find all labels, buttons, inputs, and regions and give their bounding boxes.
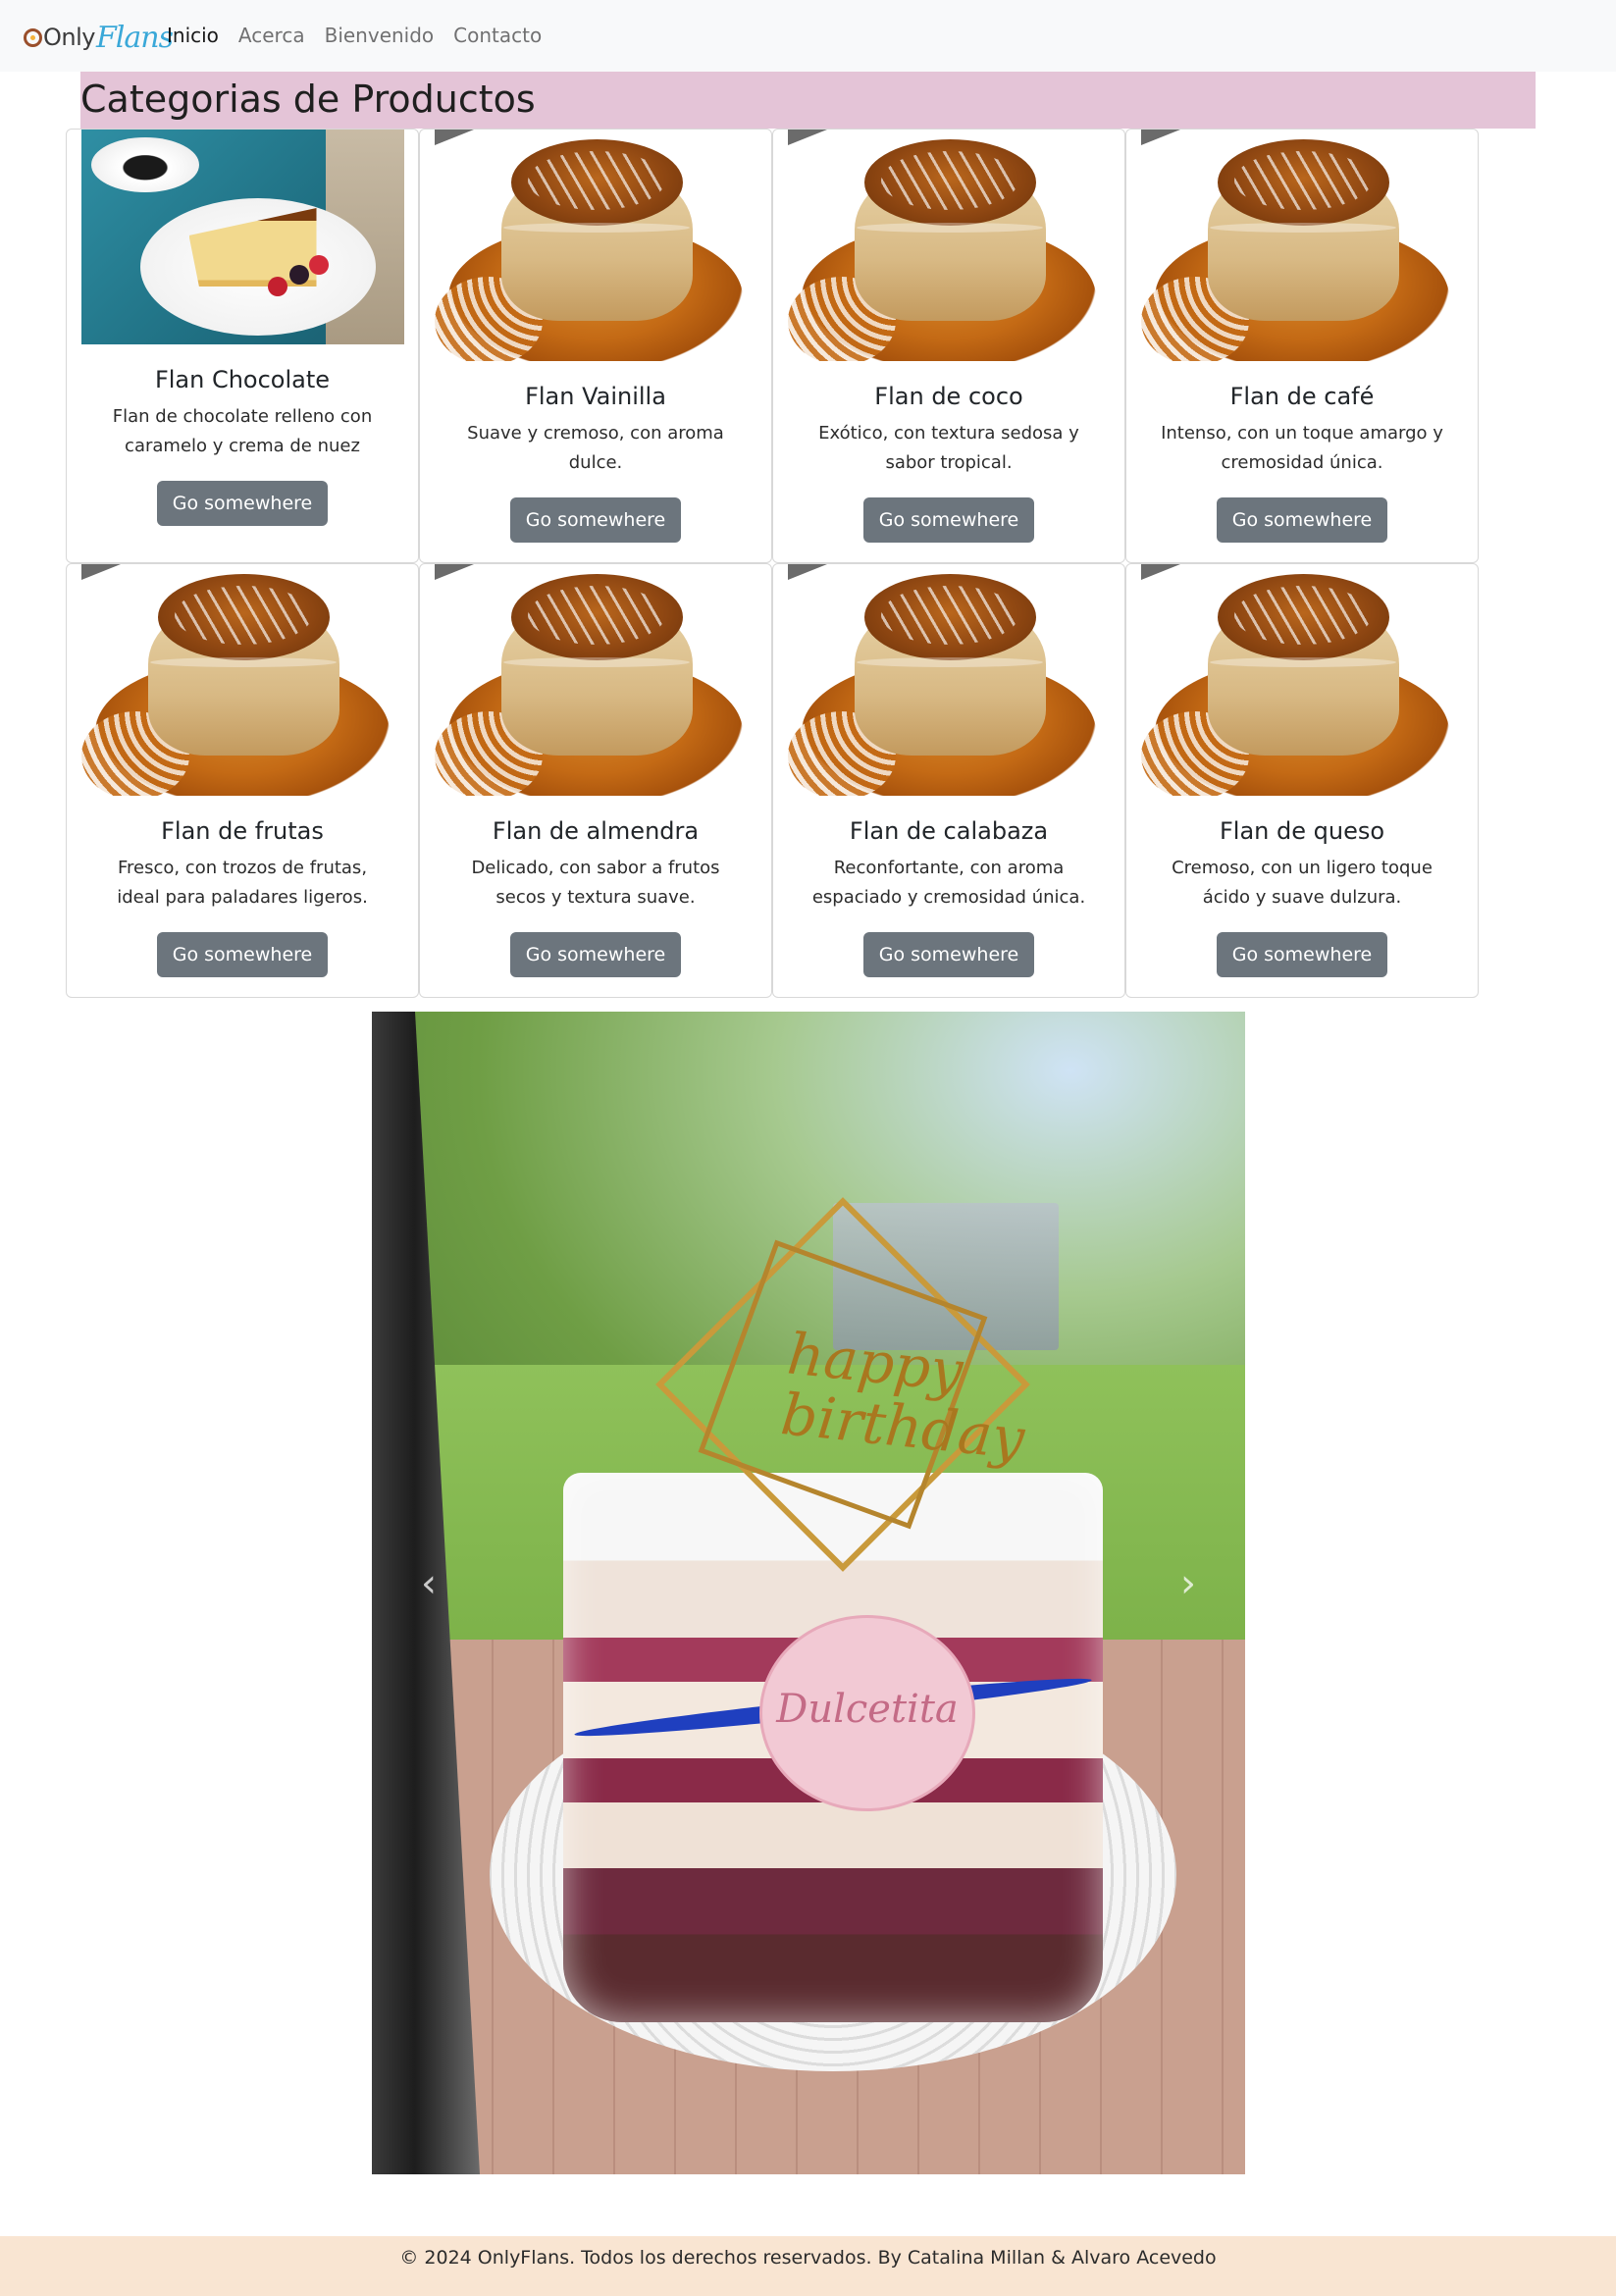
product-card: Flan de frutas Fresco, con trozos de fru… <box>66 563 419 998</box>
cake-badge: Dulcetita <box>759 1615 975 1811</box>
card-title: Flan Chocolate <box>154 366 331 393</box>
card-text: Intenso, con un toque amargo y cremosida… <box>1161 423 1443 473</box>
cake-carousel: Dulcetita happy birthday ‹ › <box>372 1012 1245 2174</box>
card-title: Flan de café <box>1229 383 1375 410</box>
product-grid: Flan Chocolate Flan de chocolate relleno… <box>66 129 1479 998</box>
card-title: Flan Vainilla <box>525 383 666 410</box>
card-image-caramel-flan <box>434 564 757 796</box>
nav-links: Inicio Acerca Bienvenido Contacto <box>167 24 561 47</box>
nav-link-inicio[interactable]: Inicio <box>167 24 219 47</box>
go-somewhere-button[interactable]: Go somewhere <box>509 932 682 977</box>
footer: © 2024 OnlyFlans. Todos los derechos res… <box>0 2236 1616 2296</box>
carousel-prev-icon[interactable]: ‹ <box>421 1561 437 1606</box>
card-text: Exótico, con textura sedosa y sabor trop… <box>818 423 1079 473</box>
badge-text: Dulcetita <box>776 1687 959 1732</box>
card-text: Reconfortante, con aroma espaciado y cre… <box>811 858 1086 908</box>
product-card: Flan Chocolate Flan de chocolate relleno… <box>66 129 419 563</box>
card-title: Flan de calabaza <box>849 817 1049 845</box>
card-image-caramel-flan <box>80 564 404 796</box>
go-somewhere-button[interactable]: Go somewhere <box>156 481 329 526</box>
page-title: Categorias de Productos <box>80 72 1536 129</box>
card-title: Flan de almendra <box>492 817 700 845</box>
product-card: Flan de coco Exótico, con textura sedosa… <box>772 129 1125 563</box>
nav-link-acerca[interactable]: Acerca <box>238 24 305 47</box>
brand-flans: Flans <box>95 20 174 55</box>
card-image-caramel-flan <box>787 130 1111 361</box>
go-somewhere-button[interactable]: Go somewhere <box>1216 497 1388 543</box>
logo-o-icon <box>24 27 42 47</box>
nav-link-bienvenido[interactable]: Bienvenido <box>325 24 435 47</box>
navbar: Only Flans Inicio Acerca Bienvenido Cont… <box>0 0 1616 72</box>
card-image-caramel-flan <box>787 564 1111 796</box>
card-image-caramel-flan <box>1140 564 1464 796</box>
card-title: Flan de queso <box>1219 817 1385 845</box>
card-text: Delicado, con sabor a frutos secos y tex… <box>471 858 720 908</box>
carousel-next-icon[interactable]: › <box>1180 1561 1196 1606</box>
card-text: Suave y cremoso, con aroma dulce. <box>467 423 724 473</box>
cake-topper-text: happy birthday <box>778 1320 1033 1472</box>
brand-only: Only <box>43 24 95 51</box>
go-somewhere-button[interactable]: Go somewhere <box>156 932 329 977</box>
go-somewhere-button[interactable]: Go somewhere <box>862 497 1035 543</box>
go-somewhere-button[interactable]: Go somewhere <box>509 497 682 543</box>
card-image-plated-flan <box>80 130 404 344</box>
go-somewhere-button[interactable]: Go somewhere <box>1216 932 1388 977</box>
card-text: Flan de chocolate relleno con caramelo y… <box>112 406 373 456</box>
card-image-caramel-flan <box>434 130 757 361</box>
product-card: Flan de almendra Delicado, con sabor a f… <box>419 563 772 998</box>
card-text: Fresco, con trozos de frutas, ideal para… <box>117 858 368 908</box>
product-card: Flan de calabaza Reconfortante, con arom… <box>772 563 1125 998</box>
product-card: Flan Vainilla Suave y cremoso, con aroma… <box>419 129 772 563</box>
product-card: Flan de café Intenso, con un toque amarg… <box>1125 129 1479 563</box>
brand-logo[interactable]: Only Flans <box>24 20 174 55</box>
nav-link-contacto[interactable]: Contacto <box>453 24 542 47</box>
card-title: Flan de coco <box>874 383 1023 410</box>
card-image-caramel-flan <box>1140 130 1464 361</box>
card-text: Cremoso, con un ligero toque ácido y sua… <box>1172 858 1433 908</box>
card-title: Flan de frutas <box>161 817 324 845</box>
go-somewhere-button[interactable]: Go somewhere <box>862 932 1035 977</box>
product-card: Flan de queso Cremoso, con un ligero toq… <box>1125 563 1479 998</box>
